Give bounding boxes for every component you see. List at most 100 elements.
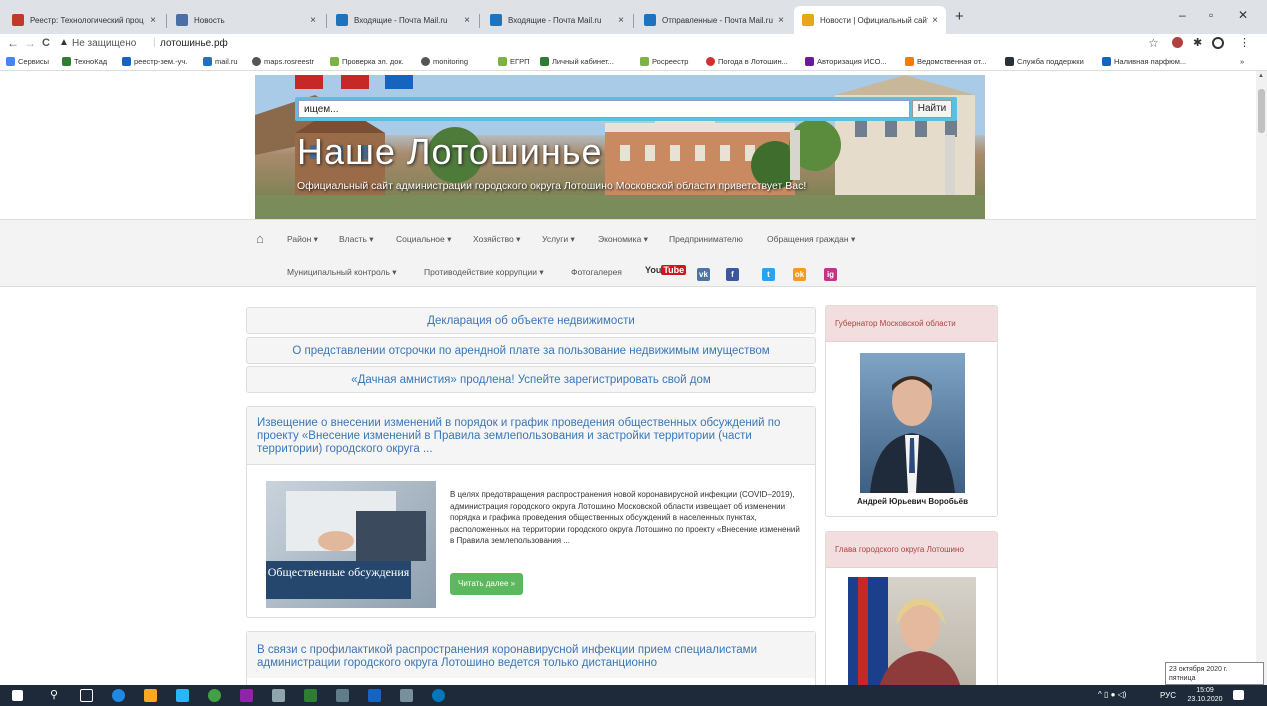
bookmark-item[interactable]: Сервисы bbox=[6, 57, 49, 66]
governor-name: Андрей Юрьевич Воробьёв bbox=[856, 497, 969, 506]
odnoklassniki-icon[interactable]: ok bbox=[793, 268, 806, 281]
browser-tab-active[interactable]: Новости | Официальный сайт а × bbox=[794, 6, 946, 34]
bookmark-item[interactable]: Авторизация ИСО... bbox=[805, 57, 887, 66]
close-window-button[interactable]: ✕ bbox=[1238, 8, 1248, 22]
page-scrollbar[interactable]: ▲ ▼ bbox=[1256, 71, 1267, 685]
nav-item[interactable]: Обращения граждан ▾ bbox=[767, 234, 855, 245]
nav-item[interactable]: Предпринимателю bbox=[669, 234, 743, 244]
bookmark-item[interactable]: Росреестр bbox=[640, 57, 688, 66]
bookmark-item[interactable]: ЕГРП bbox=[498, 57, 529, 66]
bookmark-item[interactable]: Ведомственная от... bbox=[905, 57, 986, 66]
tray-icons[interactable]: ^ ▯ ● ◁) bbox=[1098, 690, 1126, 699]
app-icon[interactable] bbox=[432, 689, 445, 702]
app-icon[interactable] bbox=[336, 689, 349, 702]
search-button[interactable]: Найти bbox=[912, 100, 952, 118]
nav-item[interactable]: Противодействие коррупции ▾ bbox=[424, 267, 544, 278]
clock[interactable]: 15:09 23.10.2020 bbox=[1185, 686, 1225, 704]
home-icon[interactable]: ⌂ bbox=[256, 231, 264, 246]
browser-tab[interactable]: Отправленные - Почта Mail.ru × bbox=[636, 6, 792, 34]
vk-icon[interactable]: vk bbox=[697, 268, 710, 281]
bookmark-item[interactable]: mail.ru bbox=[203, 57, 238, 66]
tab-close-icon[interactable]: × bbox=[310, 15, 316, 26]
reload-button[interactable]: C bbox=[42, 37, 50, 49]
bookmark-item[interactable]: Наливная парфюм... bbox=[1102, 57, 1186, 66]
bookmark-item[interactable]: Личный кабинет... bbox=[540, 57, 614, 66]
excel-icon[interactable] bbox=[304, 689, 317, 702]
bookmark-icon bbox=[122, 57, 131, 66]
twitter-icon[interactable]: t bbox=[762, 268, 775, 281]
warning-icon[interactable]: ▲ bbox=[59, 37, 69, 48]
bookmark-icon bbox=[540, 57, 549, 66]
forward-button[interactable]: → bbox=[24, 36, 36, 50]
head-photo[interactable] bbox=[848, 577, 976, 685]
top-link[interactable]: «Дачная амнистия» продлена! Успейте заре… bbox=[246, 366, 816, 393]
notification-icon[interactable] bbox=[1233, 690, 1244, 700]
word-icon[interactable] bbox=[368, 689, 381, 702]
url-field[interactable]: лотошинье.рф bbox=[160, 38, 228, 49]
maximize-button[interactable]: ▫ bbox=[1209, 8, 1213, 22]
task-view-icon[interactable] bbox=[80, 689, 93, 702]
bookmark-item[interactable]: monitoring bbox=[421, 57, 468, 66]
language-indicator[interactable]: РУС bbox=[1160, 691, 1176, 700]
browser-tab[interactable]: Входящие - Почта Mail.ru × bbox=[482, 6, 632, 34]
clock-date: 23.10.2020 bbox=[1187, 696, 1223, 703]
star-icon[interactable]: ☆ bbox=[1148, 36, 1159, 50]
search-icon[interactable]: ⚲ bbox=[50, 688, 58, 701]
tab-close-icon[interactable]: × bbox=[464, 15, 470, 26]
nav-item[interactable]: Услуги ▾ bbox=[542, 234, 575, 245]
nav-item[interactable]: Муниципальный контроль ▾ bbox=[287, 267, 397, 278]
scrollbar-thumb[interactable] bbox=[1258, 89, 1265, 133]
search-input[interactable]: ищем... bbox=[298, 100, 910, 118]
insecure-label[interactable]: Не защищено bbox=[72, 38, 136, 49]
minimize-button[interactable]: – bbox=[1179, 8, 1186, 22]
new-tab-button[interactable]: + bbox=[955, 8, 964, 25]
menu-icon[interactable]: ⋮ bbox=[1239, 36, 1250, 49]
browser-tab[interactable]: Входящие - Почта Mail.ru × bbox=[328, 6, 478, 34]
read-more-button[interactable]: Читать далее » bbox=[450, 573, 524, 595]
bookmark-item[interactable]: Служба поддержки bbox=[1005, 57, 1084, 66]
app-icon[interactable] bbox=[272, 689, 285, 702]
nav-item[interactable]: Экономика ▾ bbox=[598, 234, 648, 245]
extension-icon[interactable] bbox=[1172, 37, 1183, 48]
site-title: Наше Лотошинье bbox=[297, 131, 603, 172]
store-icon[interactable] bbox=[176, 689, 189, 702]
article-title[interactable]: Извещение о внесении изменений в порядок… bbox=[247, 407, 815, 465]
article-title[interactable]: В связи с профилактикой распространения … bbox=[247, 632, 815, 678]
nav-item[interactable]: Социальное ▾ bbox=[396, 234, 451, 245]
app-icon[interactable] bbox=[400, 689, 413, 702]
instagram-icon[interactable]: ig bbox=[824, 268, 837, 281]
edge-icon[interactable] bbox=[112, 689, 125, 702]
bookmark-item[interactable]: ТехноКад bbox=[62, 57, 107, 66]
article-image[interactable]: Общественные обсуждения bbox=[266, 481, 436, 608]
tab-close-icon[interactable]: × bbox=[932, 15, 938, 26]
nav-item[interactable]: Власть ▾ bbox=[339, 234, 374, 245]
profile-icon[interactable] bbox=[1212, 37, 1224, 49]
puzzle-icon[interactable]: ✱ bbox=[1193, 36, 1202, 49]
tab-close-icon[interactable]: × bbox=[150, 15, 156, 26]
explorer-icon[interactable] bbox=[144, 689, 157, 702]
nav-item[interactable]: Фотогалерея bbox=[571, 267, 622, 277]
app-icon[interactable] bbox=[240, 689, 253, 702]
tooltip-day: пятница bbox=[1169, 675, 1196, 682]
governor-photo[interactable] bbox=[860, 353, 965, 493]
page-content: ищем... Найти Наше Лотошинье Официальный… bbox=[0, 71, 1256, 685]
browser-tab[interactable]: Реестр: Технологический проц × bbox=[4, 6, 164, 34]
tab-close-icon[interactable]: × bbox=[778, 15, 784, 26]
back-button[interactable]: ← bbox=[7, 36, 19, 50]
more-bookmarks-button[interactable]: » bbox=[1240, 57, 1244, 66]
bookmark-item[interactable]: Проверка эл. док. bbox=[330, 57, 404, 66]
start-icon[interactable] bbox=[12, 690, 23, 701]
browser-tab[interactable]: Новость × bbox=[168, 6, 324, 34]
youtube-icon[interactable]: You Tube bbox=[645, 265, 687, 275]
tab-close-icon[interactable]: × bbox=[618, 15, 624, 26]
bookmark-item[interactable]: maps.rosreestr bbox=[252, 57, 314, 66]
bookmark-item[interactable]: реестр-зем.-уч. bbox=[122, 57, 187, 66]
top-link[interactable]: О представлении отсрочки по арендной пла… bbox=[246, 337, 816, 364]
chrome-icon[interactable] bbox=[208, 689, 221, 702]
nav-item[interactable]: Район ▾ bbox=[287, 234, 318, 245]
bookmark-item[interactable]: Погода в Лотошин... bbox=[706, 57, 788, 66]
nav-item[interactable]: Хозяйство ▾ bbox=[473, 234, 520, 245]
scroll-up-icon[interactable]: ▲ bbox=[1258, 73, 1264, 79]
facebook-icon[interactable]: f bbox=[726, 268, 739, 281]
top-link[interactable]: Декларация об объекте недвижимости bbox=[246, 307, 816, 334]
